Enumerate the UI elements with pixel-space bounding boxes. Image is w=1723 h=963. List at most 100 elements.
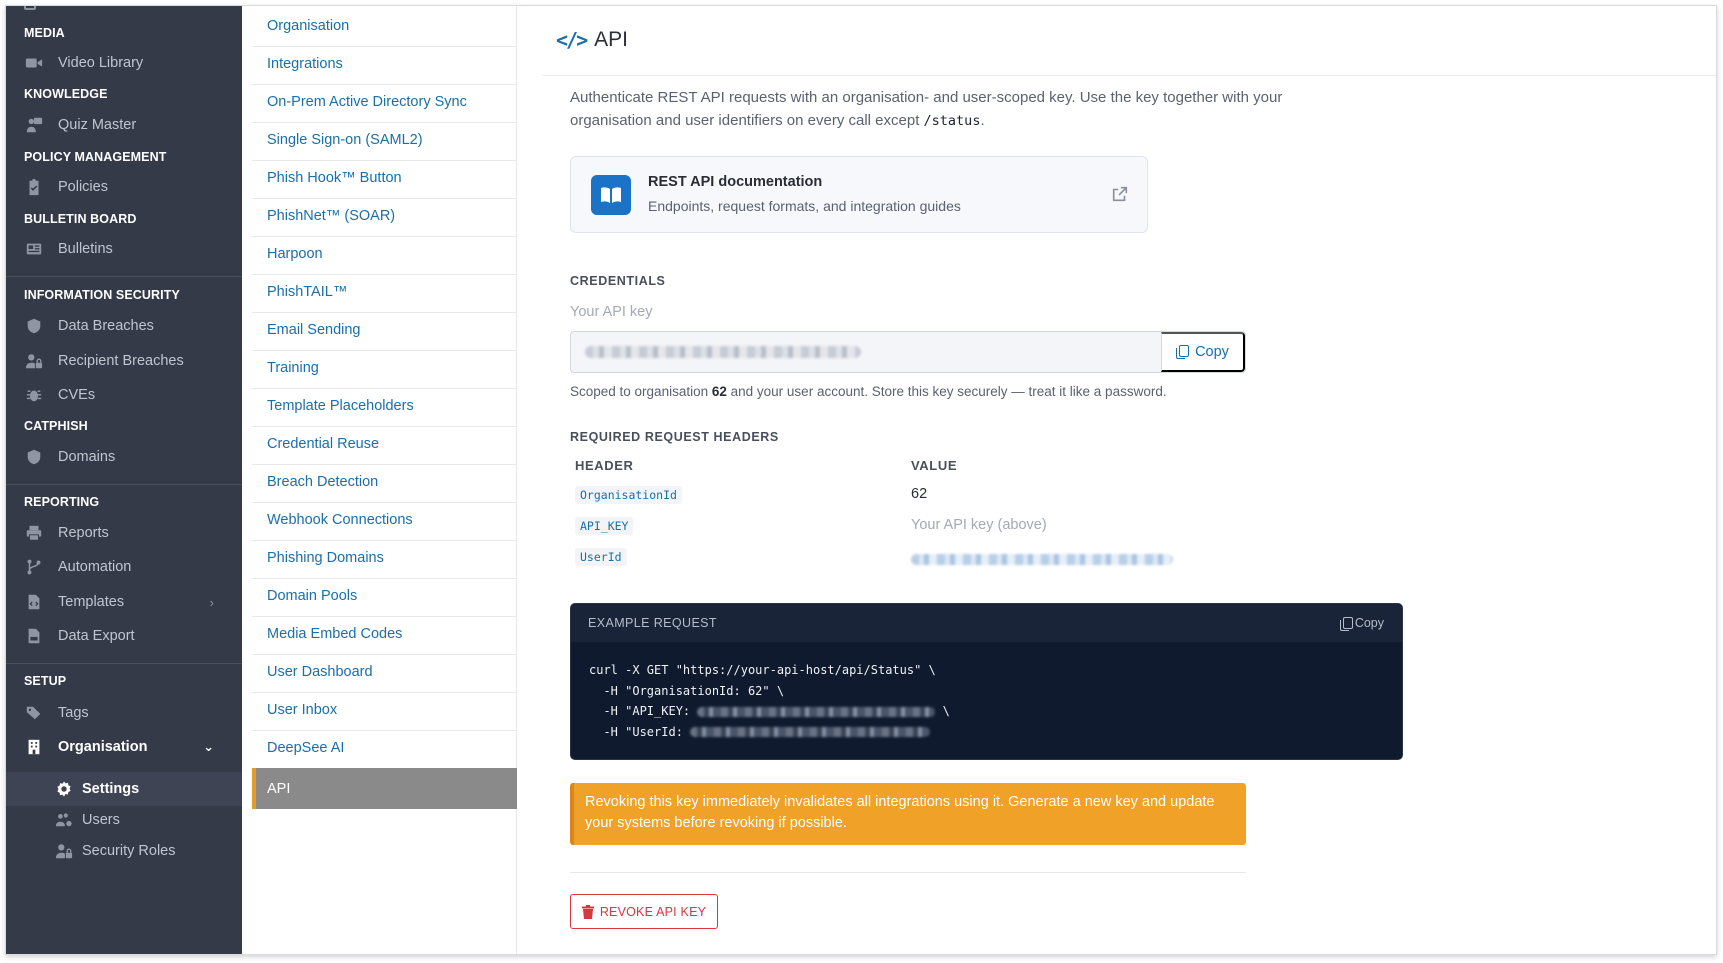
sidebar-item-automation[interactable]: Automation — [24, 552, 242, 582]
api-docs-title: REST API documentation — [648, 174, 823, 190]
example-request-header: EXAMPLE REQUEST Copy — [571, 604, 1402, 642]
sidebar-item-organisation[interactable]: Organisation ⌄ — [24, 732, 242, 762]
submenu-item-integrations[interactable]: Integrations — [252, 44, 517, 85]
sidebar-item-label: Automation — [58, 559, 132, 575]
user-lock-icon — [54, 841, 74, 861]
chevron-right-icon: › — [209, 594, 214, 610]
sidebar-item-label: CVEs — [58, 387, 96, 403]
sidebar-item-label: Quiz Master — [58, 117, 137, 133]
sidebar-subitem-security-roles[interactable]: Security Roles — [6, 834, 242, 868]
sidebar-item-reports[interactable]: Reports — [24, 518, 242, 548]
submenu-item-harpoon[interactable]: Harpoon — [252, 234, 517, 275]
redacted-user-id-blur — [911, 554, 1173, 565]
sidebar-item-cves[interactable]: CVEs — [24, 380, 242, 410]
sidebar-item-label: Reports — [58, 525, 109, 541]
section-catphish: CATPHISH — [24, 419, 88, 433]
intro-text: Authenticate REST API requests with an o… — [570, 86, 1360, 133]
scope-note-pre: Scoped to organisation — [570, 384, 712, 399]
sidebar-item-video-library[interactable]: Video Library — [24, 48, 242, 78]
code-line-4-start: -H "UserId: — [589, 724, 691, 739]
api-key-field: Copy — [570, 331, 1246, 373]
sidebar-item-quiz-master[interactable]: Quiz Master — [24, 110, 242, 140]
sidebar-subitem-label: Users — [82, 812, 120, 828]
code-branch-icon — [24, 557, 44, 577]
submenu-item-template-placeholders[interactable]: Template Placeholders — [252, 386, 517, 427]
redacted-key-in-code — [697, 706, 936, 717]
submenu-item-ad-sync[interactable]: On-Prem Active Directory Sync — [252, 82, 517, 123]
sidebar-item-label: Recipient Breaches — [58, 353, 184, 369]
sidebar-item-label: Tags — [58, 705, 89, 721]
column-header-header: HEADER — [575, 458, 634, 473]
example-request-block: EXAMPLE REQUEST Copy curl -X GET "https:… — [570, 603, 1403, 760]
sidebar-item-domains[interactable]: Domains — [24, 442, 242, 472]
building-icon — [24, 737, 44, 757]
bug-icon — [24, 385, 44, 405]
submenu-item-webhook-connections[interactable]: Webhook Connections — [252, 500, 517, 541]
sidebar-subitem-settings[interactable]: Settings — [6, 772, 242, 806]
header-name-api-key: API_KEY — [575, 517, 634, 535]
printer-icon — [24, 523, 44, 543]
scope-note-post: and your user account. Store this key se… — [726, 384, 1167, 399]
header-name-organisation-id: OrganisationId — [575, 486, 682, 504]
section-bulletin-board: BULLETIN BOARD — [24, 212, 137, 226]
video-camera-icon — [24, 53, 44, 73]
column-header-value: VALUE — [911, 458, 958, 473]
submenu-item-breach-detection[interactable]: Breach Detection — [252, 462, 517, 503]
settings-submenu: Organisation Integrations On-Prem Active… — [252, 6, 517, 954]
submenu-item-phish-hook[interactable]: Phish Hook™ Button — [252, 158, 517, 199]
sidebar-item-label: Templates — [58, 594, 125, 610]
example-request-label: EXAMPLE REQUEST — [588, 616, 717, 630]
sidebar-item-label: Policies — [58, 179, 108, 195]
copy-example-label: Copy — [1354, 616, 1384, 630]
sidebar-item-recipient-breaches[interactable]: Recipient Breaches — [24, 346, 242, 376]
submenu-item-phishnet[interactable]: PhishNet™ (SOAR) — [252, 196, 517, 237]
submenu-item-media-embed-codes[interactable]: Media Embed Codes — [252, 614, 517, 655]
headers-heading: REQUIRED REQUEST HEADERS — [570, 430, 779, 444]
submenu-item-deepsee-ai[interactable]: DeepSee AI — [252, 728, 517, 769]
sidebar-subitem-users[interactable]: Users — [6, 803, 242, 837]
header-value-organisation-id: 62 — [911, 486, 928, 502]
sidebar-item-label: Data Breaches — [58, 318, 154, 334]
sidebar-item-data-export[interactable]: Data Export — [24, 621, 242, 651]
sidebar-item-bulletins[interactable]: Bulletins — [24, 234, 242, 264]
header-value-api-key: Your API key (above) — [911, 517, 1047, 533]
submenu-item-user-inbox[interactable]: User Inbox — [252, 690, 517, 731]
intro-end: . — [980, 112, 985, 129]
sidebar-item-data-breaches[interactable]: Data Breaches — [24, 311, 242, 341]
sidebar-item-policies[interactable]: Policies — [24, 172, 242, 202]
submenu-item-api[interactable]: API — [252, 768, 517, 809]
submenu-item-sso[interactable]: Single Sign-on (SAML2) — [252, 120, 517, 161]
sidebar-item-tags[interactable]: Tags — [24, 698, 242, 728]
submenu-item-phishing-domains[interactable]: Phishing Domains — [252, 538, 517, 579]
file-csv-icon — [24, 626, 44, 646]
intro-code: /status — [923, 113, 981, 129]
api-docs-subtitle: Endpoints, request formats, and integrat… — [648, 198, 961, 214]
submenu-item-training[interactable]: Training — [252, 348, 517, 389]
copy-example-button[interactable]: Copy — [1339, 616, 1384, 631]
section-knowledge: KNOWLEDGE — [24, 87, 108, 101]
revoke-warning-banner: Revoking this key immediately invalidate… — [570, 783, 1246, 845]
submenu-item-user-dashboard[interactable]: User Dashboard — [252, 652, 517, 693]
gear-icon — [54, 779, 74, 799]
submenu-item-phishtail[interactable]: PhishTAIL™ — [252, 272, 517, 313]
submenu-item-email-sending[interactable]: Email Sending — [252, 310, 517, 351]
submenu-item-organisation[interactable]: Organisation — [252, 6, 517, 47]
scope-note: Scoped to organisation 62 and your user … — [570, 384, 1167, 399]
copy-label: Copy — [1195, 344, 1229, 360]
api-docs-card[interactable]: REST API documentation Endpoints, reques… — [570, 156, 1148, 233]
api-key-value-redacted[interactable] — [571, 332, 1161, 372]
sidebar-item-templates[interactable]: Templates › — [24, 587, 242, 617]
submenu-item-credential-reuse[interactable]: Credential Reuse — [252, 424, 517, 465]
copy-api-key-button[interactable]: Copy — [1161, 332, 1245, 372]
submenu-item-domain-pools[interactable]: Domain Pools — [252, 576, 517, 617]
truncated-item-icon — [24, 6, 36, 10]
revoke-api-key-button[interactable]: REVOKE API KEY — [570, 894, 718, 929]
section-media: MEDIA — [24, 26, 65, 40]
clipboard-check-icon — [24, 177, 44, 197]
code-line-2: -H "OrganisationId: 62" \ — [589, 683, 785, 698]
page-title-text: API — [594, 28, 628, 51]
section-divider — [570, 872, 1246, 873]
sidebar-item-label: Domains — [58, 449, 116, 465]
app-window: MEDIA Video Library KNOWLEDGE Quiz Maste… — [5, 5, 1717, 955]
section-reporting: REPORTING — [24, 495, 100, 509]
